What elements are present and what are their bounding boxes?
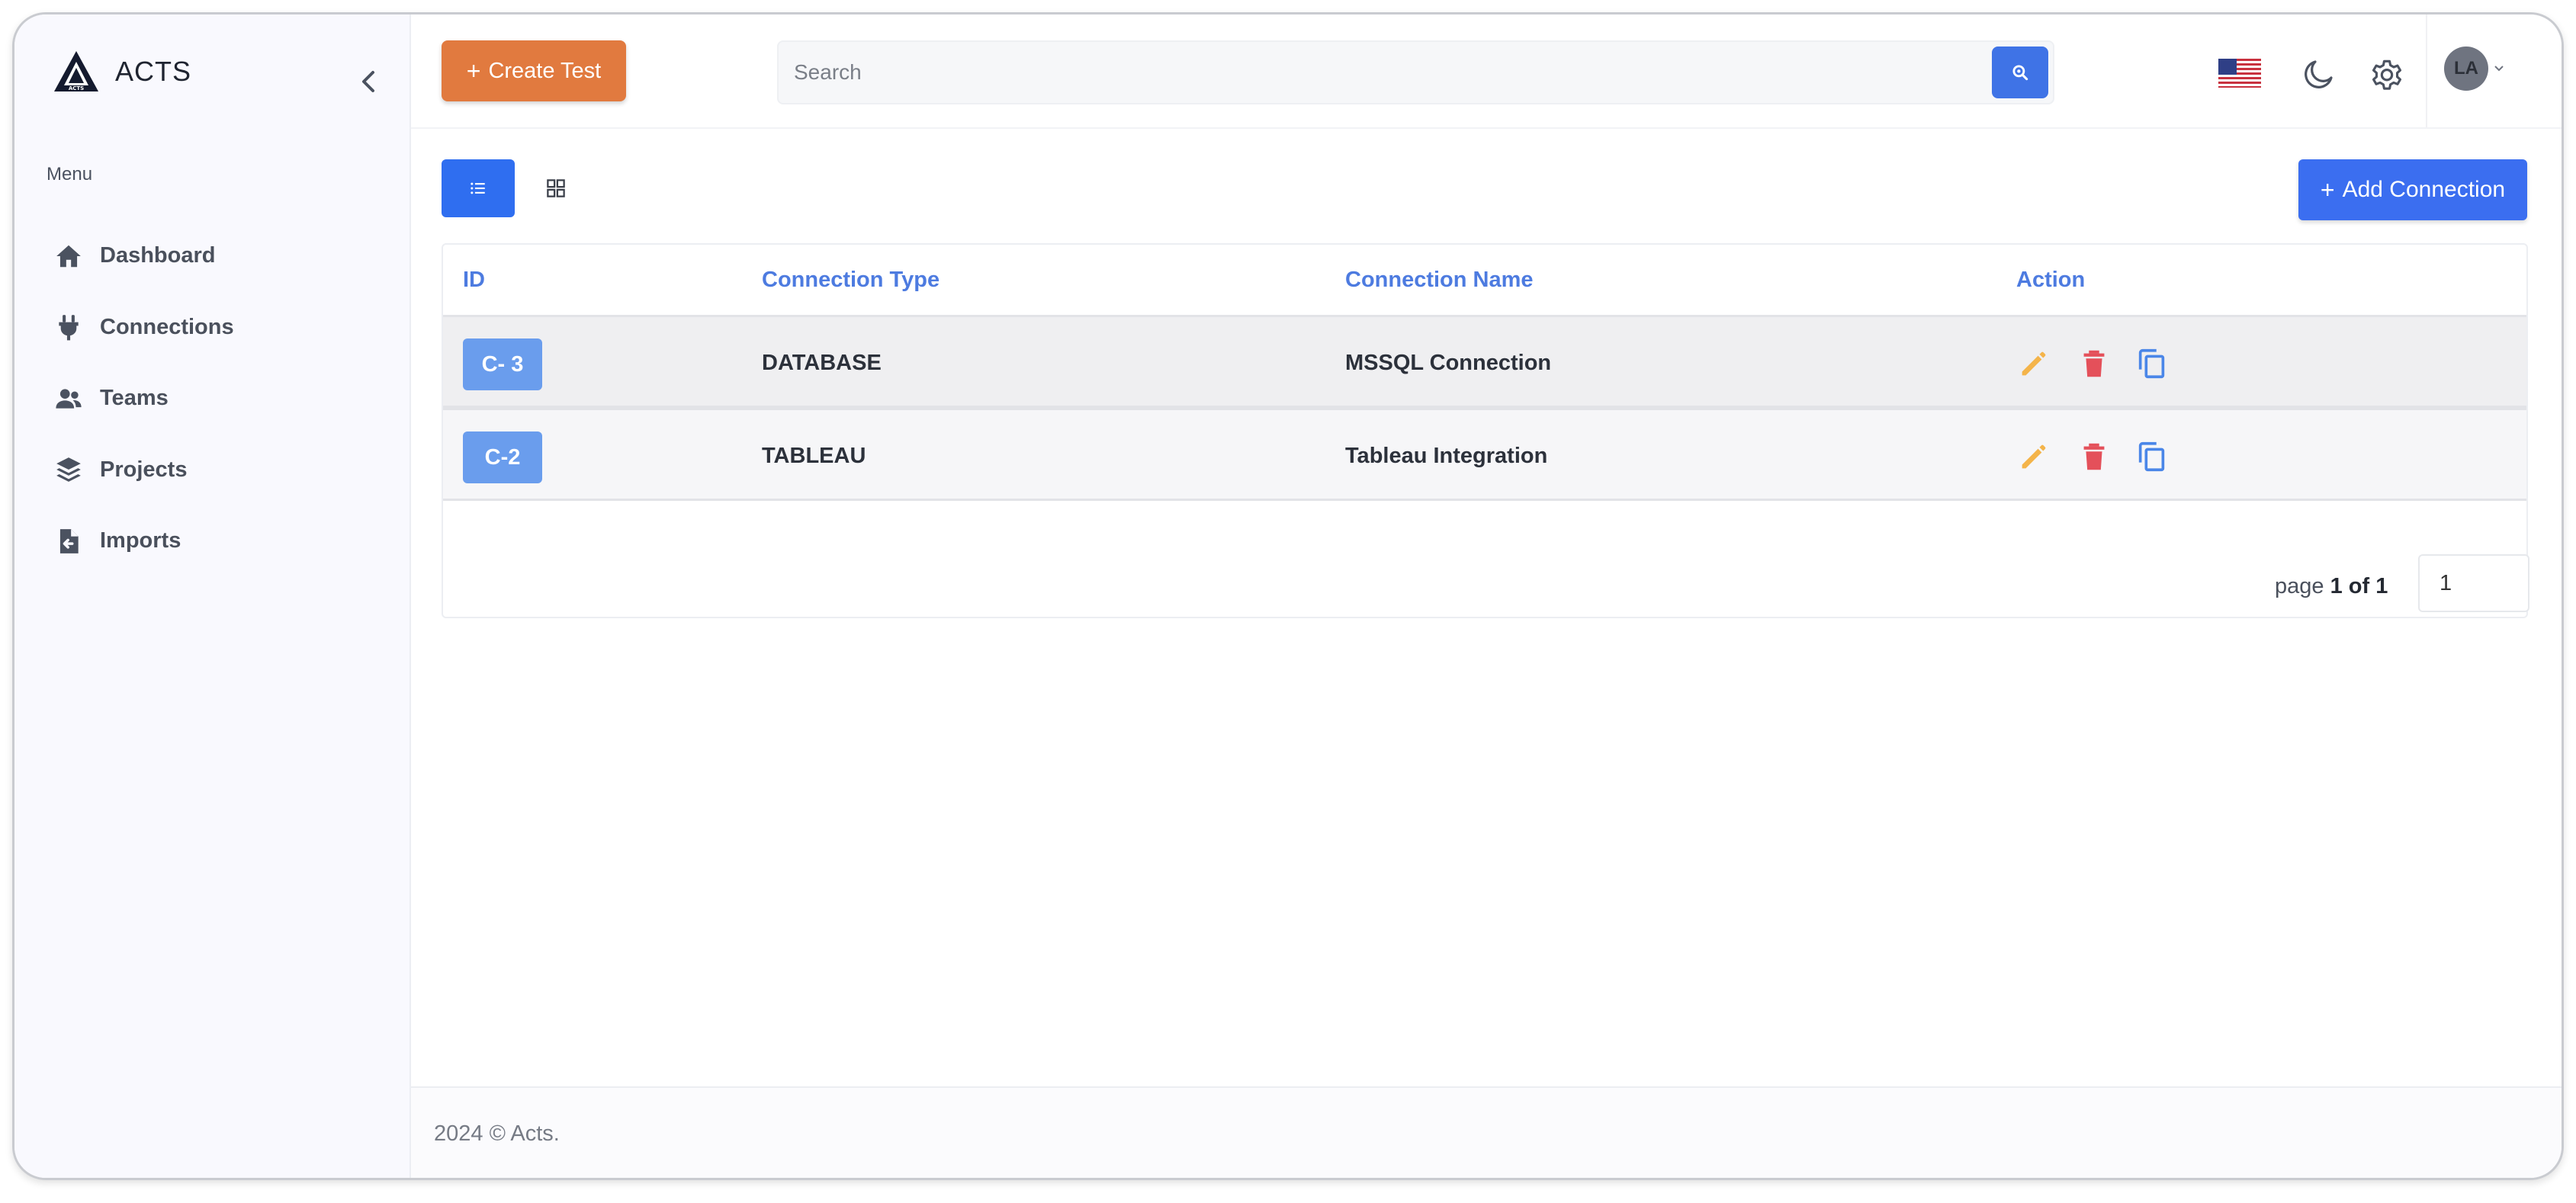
column-header-name[interactable]: Connection Name — [1345, 268, 1534, 293]
app-window: ACTS ACTS Menu Dashboard Connections Tea… — [12, 12, 2564, 1180]
connection-name: Tableau Integration — [1345, 444, 1548, 468]
search-bar — [777, 40, 2054, 104]
sidebar-item-label: Imports — [100, 528, 181, 553]
copy-icon — [2138, 348, 2165, 379]
sidebar: ACTS ACTS Menu Dashboard Connections Tea… — [14, 14, 411, 1178]
connection-name: MSSQL Connection — [1345, 351, 1552, 375]
pagination-total: 1 — [2375, 574, 2388, 598]
pagination-prefix: page — [2275, 574, 2324, 598]
acts-logo-icon: ACTS — [54, 51, 98, 91]
create-test-button[interactable]: + Create Test — [442, 40, 626, 101]
connections-table: ID Connection Type Connection Name Actio… — [442, 243, 2528, 618]
create-test-label: Create Test — [488, 58, 602, 83]
plus-icon: + — [2320, 175, 2335, 204]
connection-type: DATABASE — [762, 351, 882, 375]
grid-view-button[interactable] — [541, 173, 571, 204]
trash-icon — [2083, 443, 2105, 470]
brand[interactable]: ACTS ACTS — [53, 50, 191, 94]
search-input[interactable] — [794, 42, 1983, 103]
pagination-of: of — [2348, 574, 2370, 598]
sidebar-item-projects[interactable]: Projects — [14, 435, 410, 506]
column-header-id[interactable]: ID — [463, 268, 485, 293]
sidebar-item-connections[interactable]: Connections — [14, 292, 410, 364]
plus-icon: + — [466, 56, 481, 85]
users-icon — [56, 389, 82, 409]
sidebar-nav: Dashboard Connections Teams Projects Imp… — [14, 220, 410, 577]
user-menu[interactable]: LA — [2444, 47, 2505, 91]
avatar: LA — [2444, 47, 2488, 91]
edit-button[interactable] — [2016, 439, 2051, 474]
pencil-icon — [2022, 351, 2046, 376]
menu-title: Menu — [47, 164, 93, 184]
edit-button[interactable] — [2016, 346, 2051, 381]
layers-icon — [56, 457, 81, 483]
plug-icon — [59, 315, 79, 341]
add-connection-label: Add Connection — [2342, 177, 2506, 202]
chevron-down-icon — [2494, 66, 2504, 72]
column-header-action: Action — [2016, 268, 2086, 292]
grid-icon — [547, 179, 565, 197]
moon-icon — [2305, 60, 2333, 88]
sidebar-item-label: Dashboard — [100, 243, 216, 268]
chevron-left-icon — [362, 71, 374, 92]
page-number-input[interactable] — [2418, 554, 2529, 612]
sidebar-item-label: Projects — [100, 457, 188, 482]
us-flag-icon — [2218, 59, 2261, 88]
pencil-icon — [2022, 444, 2046, 469]
home-icon — [56, 245, 81, 267]
search-icon — [2012, 65, 2028, 81]
collapse-sidebar-button[interactable] — [355, 66, 382, 97]
footer: 2024 © Acts. — [411, 1086, 2562, 1178]
list-icon — [471, 182, 485, 194]
brand-name: ACTS — [115, 56, 192, 87]
sidebar-item-imports[interactable]: Imports — [14, 505, 410, 577]
pagination-status: page 1 of 1 — [2275, 574, 2388, 599]
id-badge[interactable]: C-2 — [463, 431, 542, 483]
sidebar-item-label: Teams — [100, 386, 169, 411]
sidebar-item-label: Connections — [100, 314, 234, 339]
table-row[interactable]: C-2 TABLEAU Tableau Integration — [443, 408, 2526, 501]
sidebar-item-dashboard[interactable]: Dashboard — [14, 220, 410, 292]
table-header: ID Connection Type Connection Name Actio… — [443, 245, 2526, 313]
gear-icon — [2372, 59, 2402, 90]
column-header-type[interactable]: Connection Type — [762, 268, 940, 293]
trash-icon — [2083, 350, 2105, 377]
duplicate-button[interactable] — [2134, 346, 2170, 381]
footer-copyright: 2024 © Acts. — [434, 1121, 560, 1146]
sidebar-item-teams[interactable]: Teams — [14, 363, 410, 435]
dark-mode-toggle[interactable] — [2301, 56, 2337, 92]
header-divider — [2426, 14, 2427, 127]
delete-button[interactable] — [2077, 439, 2112, 474]
file-import-icon — [59, 528, 79, 553]
settings-button[interactable] — [2368, 56, 2406, 94]
copy-icon — [2138, 441, 2165, 472]
list-view-button[interactable] — [442, 159, 515, 217]
pagination-current: 1 — [2330, 574, 2343, 598]
logo-text: ACTS — [69, 85, 84, 91]
delete-button[interactable] — [2077, 346, 2112, 381]
id-badge[interactable]: C- 3 — [463, 338, 542, 390]
search-button[interactable] — [1992, 47, 2048, 98]
table-row[interactable]: C- 3 DATABASE MSSQL Connection — [443, 315, 2526, 408]
connection-type: TABLEAU — [762, 444, 866, 468]
add-connection-button[interactable]: + Add Connection — [2298, 159, 2527, 220]
language-flag-us-icon[interactable] — [2218, 59, 2261, 88]
duplicate-button[interactable] — [2134, 439, 2170, 474]
